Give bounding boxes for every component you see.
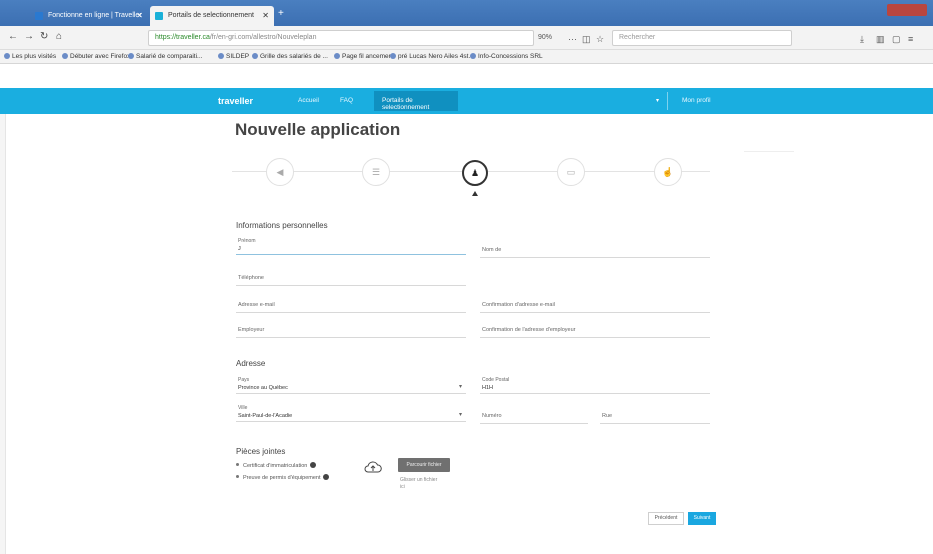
section-address: Adresse [236,359,266,368]
employeur-confirm-field[interactable]: Confirmation de l'adresse d'employeur [480,320,710,338]
reload-icon[interactable]: ↻ [40,31,48,42]
pocket-icon[interactable]: ◫ [582,34,591,45]
user-menu[interactable]: Mon profil [682,97,711,104]
email-confirm-field[interactable]: Confirmation d'adresse e-mail [480,295,710,313]
new-tab-icon[interactable]: + [278,8,284,19]
url-host: https://traveller.ca [155,34,210,41]
browser-tab-1[interactable]: Fonctionne en ligne | Traveller ✕ [30,6,148,26]
browser-nav-bar: ← → ↻ ⌂ https://traveller.ca/fr/en-gri.c… [0,26,933,50]
app-header: traveller Accueil FAQ Portails de select… [0,88,933,114]
divider [744,151,794,152]
home-icon[interactable]: ⌂ [56,31,62,42]
library-icon[interactable]: ▥ [876,34,885,45]
code-postal-value: H1H [482,385,494,391]
telephone-field[interactable]: Téléphone [236,268,466,286]
left-edge [0,114,6,554]
attachment-item: Preuve de permis d'équipement [236,474,330,481]
step-list-icon[interactable]: ☰ [362,158,390,186]
attachment-label: Certificat d'immatriculation [243,463,308,469]
section-attachments: Pièces jointes [236,447,286,456]
active-step-marker [472,191,478,196]
prenom-label: Prénom [238,238,256,244]
province-label: Pays [238,377,250,383]
step-thumbs-up-icon[interactable]: ☝ [654,158,682,186]
email-confirm-label: Confirmation d'adresse e-mail [482,302,555,308]
page-title: Nouvelle application [235,120,401,139]
bookmark-star-icon[interactable]: ☆ [596,34,604,45]
ville-value: Saint-Paul-de-l'Acadie [238,413,293,419]
bookmark-item[interactable]: Les plus visités [4,53,56,60]
forward-icon[interactable]: → [24,31,34,42]
nav-item-accueil[interactable]: Accueil [298,97,319,104]
bookmark-item[interactable]: Salarié de comparaiti... [128,53,202,60]
url-bar[interactable]: https://traveller.ca/fr/en-gri.com/alles… [148,30,534,46]
page-actions-icon[interactable]: ··· [568,34,577,44]
previous-button[interactable]: Précédent [648,512,684,525]
app-logo[interactable]: traveller [218,96,253,106]
ville-select[interactable]: Ville Saint-Paul-de-l'Acadie ▾ [236,404,466,422]
header-divider [667,92,668,110]
nav-item-faq[interactable]: FAQ [340,97,353,104]
step-megaphone-icon[interactable]: ◀ [266,158,294,186]
email-field[interactable]: Adresse e-mail [236,295,466,313]
rue-field[interactable]: Rue [600,406,710,424]
bookmark-item[interactable]: Débuter avec Firefox [62,53,130,60]
url-path: /fr/en-gri.com/allestro/Nouveleplan [209,34,317,41]
cloud-upload-icon[interactable] [364,460,382,474]
step-person-icon[interactable]: ♟ [462,160,488,186]
nav-item-portails[interactable]: Portails de selectionnement [374,91,458,111]
numero-label: Numéro [482,413,502,419]
bookmark-item[interactable]: pré Lucas Nero Ailes 4st... [390,53,474,60]
bookmark-item[interactable]: SILDEP [218,53,249,60]
code-postal-field[interactable]: Code Postal H1H [480,376,710,394]
rue-label: Rue [602,413,613,419]
zoom-level[interactable]: 90% [538,34,552,41]
prenom-field[interactable]: Prénom J [236,237,466,255]
bookmarks-bar: Les plus visités Débuter avec Firefox Sa… [0,50,933,64]
telephone-label: Téléphone [238,275,264,281]
employeur-label: Employeur [238,327,265,333]
code-postal-label: Code Postal [482,377,510,383]
upload-hint: Glisser un fichier ici [400,477,438,490]
download-icon[interactable]: ⤓ [860,34,864,45]
ville-label: Ville [238,405,248,411]
step-calendar-icon[interactable]: ▭ [557,158,585,186]
close-tab-icon[interactable]: ✕ [136,11,143,20]
nom-field[interactable]: Nom de [480,240,710,258]
nom-label: Nom de [482,247,502,253]
browser-tab-bar: Fonctionne en ligne | Traveller ✕ Portai… [0,0,933,26]
attachment-item: Certificat d'immatriculation [236,462,317,469]
numero-field[interactable]: Numéro [480,406,588,424]
close-tab-icon[interactable]: ✕ [262,11,269,20]
bookmark-item[interactable]: Info-Concessions SRL [470,53,543,60]
sidebar-icon[interactable]: ▢ [892,34,901,45]
favicon-icon [155,12,163,20]
browse-file-button[interactable]: Parcourir fichier [398,458,450,472]
chevron-down-icon: ▾ [458,384,462,390]
employeur-confirm-label: Confirmation de l'adresse d'employeur [482,327,576,333]
info-icon[interactable] [310,462,317,468]
section-personal-info: Informations personnelles [236,221,328,230]
back-icon[interactable]: ← [8,31,18,42]
chevron-down-icon[interactable]: ▾ [656,97,659,104]
info-icon[interactable] [323,474,330,480]
browser-tab-2[interactable]: Portails de selectionnement ✕ [150,6,274,26]
province-value: Province au Québec [238,385,288,391]
bookmark-item[interactable]: Page fil ancement [334,53,394,60]
next-button[interactable]: Suivant [688,512,716,525]
favicon-icon [35,12,43,20]
search-input[interactable]: Rechercher [612,30,792,46]
prenom-value: J [238,246,241,252]
chevron-down-icon: ▾ [458,412,462,418]
window-controls[interactable] [887,4,927,16]
tab-label: Portails de selectionnement [168,12,254,19]
employeur-field[interactable]: Employeur [236,320,466,338]
attachment-label: Preuve de permis d'équipement [243,475,321,481]
bookmark-item[interactable]: Grille des salariés de ... [252,53,328,60]
extensions-icon[interactable]: ≡ [908,34,913,44]
email-label: Adresse e-mail [238,302,275,308]
tab-label: Fonctionne en ligne | Traveller [48,12,142,19]
province-select[interactable]: Pays Province au Québec ▾ [236,376,466,394]
